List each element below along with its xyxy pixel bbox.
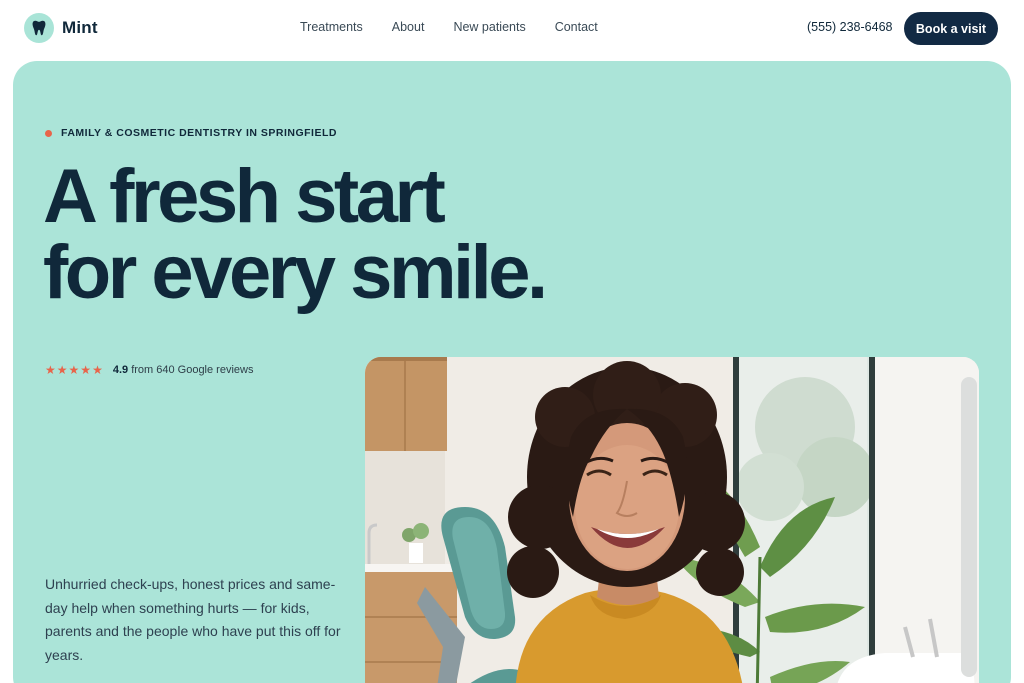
star-icon: ★: [45, 363, 56, 377]
eyebrow-text: FAMILY & COSMETIC DENTISTRY IN SPRINGFIE…: [61, 127, 337, 139]
site-header: Mint Treatments About New patients Conta…: [0, 0, 1024, 58]
rating-text: 4.9 from 640 Google reviews: [113, 364, 254, 376]
book-visit-button[interactable]: Book a visit: [904, 12, 998, 45]
tooth-icon: [24, 13, 54, 43]
star-rating: ★ ★ ★ ★ ★: [45, 364, 103, 376]
hero-photo: [365, 357, 979, 683]
brand-logo[interactable]: Mint: [24, 13, 98, 43]
rating-summary: ★ ★ ★ ★ ★ 4.9 from 640 Google reviews: [45, 364, 253, 376]
eyebrow: FAMILY & COSMETIC DENTISTRY IN SPRINGFIE…: [45, 127, 337, 139]
headline-line-2: for every smile.: [43, 230, 548, 315]
star-icon: ★: [92, 363, 103, 377]
rating-score: 4.9: [112, 364, 129, 376]
eyebrow-dot: [45, 129, 52, 137]
nav-item-new-patients[interactable]: New patients: [453, 20, 525, 34]
phone-link[interactable]: (555) 238-6468: [807, 20, 892, 34]
nav-item-about[interactable]: About: [392, 20, 425, 34]
headline-line-1: A fresh start: [43, 154, 446, 239]
star-icon: ★: [56, 363, 68, 377]
star-icon: ★: [80, 363, 92, 377]
nav-item-contact[interactable]: Contact: [555, 20, 598, 34]
star-icon: ★: [68, 363, 80, 377]
hero-section: FAMILY & COSMETIC DENTISTRY IN SPRINGFIE…: [13, 61, 1011, 683]
main-nav: Treatments About New patients Contact: [300, 20, 598, 34]
hero-blurb: Unhurried check-ups, honest prices and s…: [45, 576, 341, 663]
nav-item-treatments[interactable]: Treatments: [300, 20, 363, 34]
brand-name: Mint: [62, 18, 98, 37]
rating-caption: from 640 Google reviews: [131, 364, 254, 376]
hero-headline: A fresh start for every smile.: [43, 154, 548, 315]
